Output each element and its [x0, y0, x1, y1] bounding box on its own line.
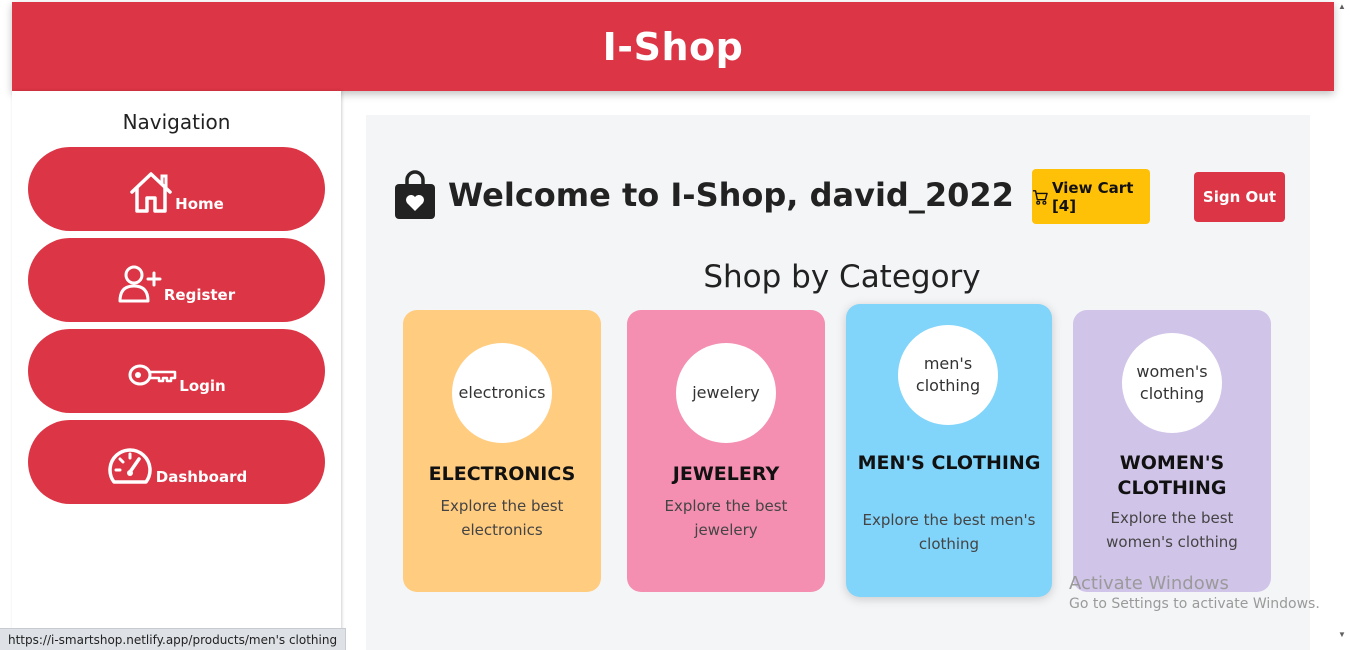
- category-description: Explore the best jewelery: [664, 497, 788, 539]
- scroll-down-icon[interactable]: ▼: [1338, 630, 1346, 639]
- category-title: ELECTRONICS: [428, 463, 576, 485]
- link-status-bar: https://i-smartshop.netlify.app/products…: [0, 628, 347, 650]
- user-plus-icon: [118, 265, 162, 303]
- category-image-mens-clothing: men's clothing: [898, 325, 998, 425]
- sign-out-label: Sign Out: [1202, 188, 1277, 206]
- sidebar-item-label: Dashboard: [155, 468, 248, 486]
- welcome-heading: Welcome to I-Shop, david_2022: [448, 176, 1014, 214]
- category-description: Explore the best women's clothing: [1106, 509, 1238, 551]
- app-title: I-Shop: [602, 24, 744, 69]
- category-image-electronics: electronics: [452, 343, 552, 443]
- view-cart-button[interactable]: View Cart [4]: [1032, 169, 1150, 224]
- scroll-up-icon[interactable]: ▲: [1338, 2, 1346, 11]
- sidebar-item-register[interactable]: Register: [28, 238, 325, 322]
- watermark-title: Activate Windows: [1069, 573, 1229, 594]
- sidebar-item-dashboard[interactable]: Dashboard: [28, 420, 325, 504]
- category-card-womens-clothing[interactable]: women's clothing WOMEN'S CLOTHING Explor…: [1073, 310, 1271, 592]
- sidebar-item-label: Login: [179, 377, 226, 395]
- watermark-subtitle: Go to Settings to activate Windows.: [1069, 596, 1320, 612]
- activate-windows-watermark: Activate Windows Go to Settings to activ…: [1069, 573, 1320, 612]
- sidebar: Navigation Home Register Login Dashboard: [12, 91, 341, 650]
- key-icon: [128, 364, 177, 386]
- view-cart-label: View Cart [4]: [1051, 178, 1134, 215]
- sidebar-item-login[interactable]: Login: [28, 329, 325, 413]
- category-card-mens-clothing[interactable]: men's clothing MEN'S CLOTHING Explore th…: [846, 304, 1052, 597]
- sidebar-title: Navigation: [122, 110, 231, 134]
- sidebar-item-home[interactable]: Home: [28, 147, 325, 231]
- page-scrollbar[interactable]: ▲ ▼: [1334, 0, 1350, 650]
- home-icon: [130, 172, 172, 213]
- sidebar-item-label: Home: [175, 195, 224, 213]
- main-panel: Welcome to I-Shop, david_2022 View Cart …: [366, 115, 1310, 650]
- shopping-bag-icon: [395, 170, 435, 219]
- category-title: JEWELERY: [672, 463, 780, 485]
- sidebar-item-label: Register: [163, 286, 236, 304]
- sign-out-button[interactable]: Sign Out: [1194, 172, 1285, 222]
- app-header: I-Shop: [12, 2, 1334, 91]
- category-title: MEN'S CLOTHING: [857, 452, 1041, 474]
- speedometer-icon: [108, 448, 152, 484]
- category-card-electronics[interactable]: electronics ELECTRONICS Explore the best…: [403, 310, 601, 592]
- cart-icon: [1032, 189, 1048, 205]
- category-card-jewelery[interactable]: jewelery JEWELERY Explore the best jewel…: [627, 310, 825, 592]
- category-description: Explore the best men's clothing: [862, 511, 1036, 553]
- category-description: Explore the best electronics: [440, 497, 564, 539]
- category-image-jewelery: jewelery: [676, 343, 776, 443]
- category-title: WOMEN'S CLOTHING: [1117, 452, 1227, 499]
- welcome-row: Welcome to I-Shop, david_2022: [394, 170, 1014, 220]
- category-image-womens-clothing: women's clothing: [1122, 333, 1222, 433]
- section-title: Shop by Category: [366, 259, 1310, 295]
- section-title-text: Shop by Category: [703, 259, 981, 295]
